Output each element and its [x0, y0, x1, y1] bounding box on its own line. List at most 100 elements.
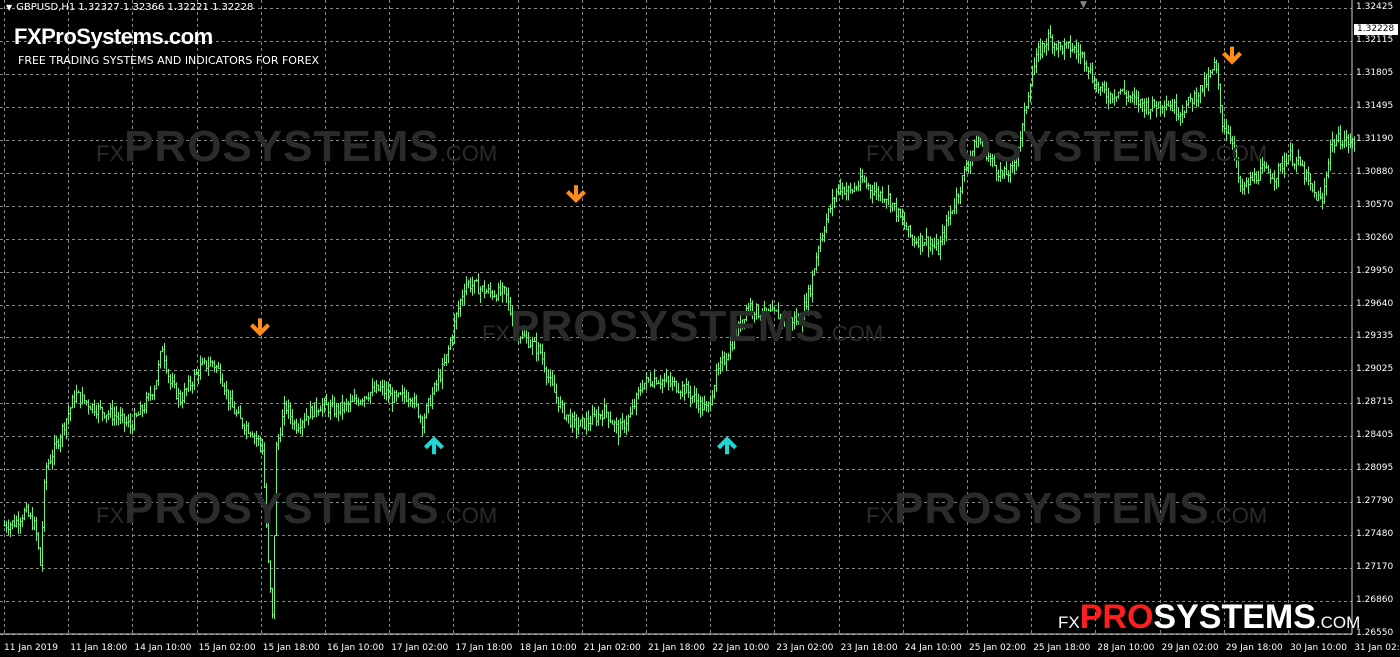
- price-bar: [87, 399, 90, 415]
- price-bar: [605, 404, 608, 419]
- price-bar: [433, 382, 436, 395]
- price-bar: [1245, 177, 1248, 188]
- price-bar: [569, 408, 572, 428]
- price-bar: [819, 232, 822, 252]
- price-bar: [1083, 51, 1086, 72]
- price-bar: [207, 356, 210, 376]
- price-bar: [1211, 69, 1214, 74]
- price-bar: [727, 352, 730, 361]
- price-bar: [1103, 80, 1106, 94]
- price-bar: [849, 182, 852, 194]
- price-bar: [637, 387, 640, 400]
- price-bar: [181, 391, 184, 409]
- price-bar: [713, 384, 716, 399]
- price-bar: [1333, 138, 1336, 153]
- time-axis-label: 15 Jan 02:00: [198, 643, 256, 653]
- time-axis-label: 25 Jan 02:00: [969, 643, 1026, 653]
- price-bar: [111, 400, 114, 426]
- price-bar: [559, 396, 562, 409]
- price-bar: [1307, 166, 1310, 186]
- price-axis-label: 1.32115: [1356, 34, 1394, 45]
- caret-down-icon[interactable]: ▼: [6, 3, 12, 12]
- price-axis-label: 1.29335: [1356, 331, 1394, 342]
- price-bar: [235, 409, 238, 417]
- price-bar: [415, 394, 418, 407]
- price-bar: [1133, 87, 1136, 105]
- price-bar: [223, 382, 226, 396]
- price-bar: [141, 404, 144, 417]
- price-bar: [841, 182, 844, 200]
- logo-pro: PRO: [1079, 598, 1154, 636]
- price-bar: [613, 420, 616, 433]
- price-bar: [1125, 90, 1128, 106]
- time-axis-label: 23 Jan 18:00: [840, 643, 898, 653]
- price-bar: [1299, 156, 1302, 167]
- price-axis-label: 1.31190: [1356, 133, 1394, 144]
- price-bar: [1115, 96, 1118, 102]
- price-bar: [271, 587, 274, 619]
- price-bar: [287, 399, 290, 419]
- price-bar: [107, 410, 110, 421]
- price-bar: [1041, 40, 1044, 59]
- price-bar: [95, 404, 98, 419]
- price-bar: [363, 396, 366, 408]
- price-bar: [429, 394, 432, 407]
- price-bar: [1187, 96, 1190, 107]
- price-bar: [929, 236, 932, 252]
- price-bar: [5, 521, 8, 533]
- price-bar: [1043, 43, 1046, 53]
- price-bar: [853, 182, 856, 193]
- price-bar: [873, 182, 876, 196]
- time-axis-label: 23 Jan 02:00: [776, 643, 834, 653]
- price-bar: [861, 169, 864, 183]
- price-bar: [53, 434, 56, 466]
- price-bar: [161, 346, 164, 353]
- price-bar: [725, 353, 728, 371]
- price-bar: [1207, 67, 1210, 92]
- price-bar: [629, 406, 632, 418]
- price-bar: [487, 284, 490, 294]
- price-axis-label: 1.30880: [1356, 166, 1394, 177]
- price-bar: [641, 379, 644, 393]
- price-bar: [589, 415, 592, 431]
- price-bar: [315, 397, 318, 418]
- price-bar: [321, 398, 324, 417]
- price-bar: [281, 409, 284, 436]
- price-bar: [1205, 73, 1208, 88]
- price-bar: [365, 396, 368, 400]
- price-axis-label: 1.27480: [1356, 529, 1394, 540]
- price-bar: [639, 382, 642, 396]
- price-bar: [1121, 88, 1124, 92]
- price-bar: [1051, 34, 1054, 54]
- price-bar: [215, 364, 218, 373]
- price-bar: [1147, 97, 1150, 116]
- price-bar: [1061, 45, 1064, 55]
- price-bar: [867, 182, 870, 191]
- price-bar: [661, 378, 664, 393]
- chart-shift-marker-icon[interactable]: ▼: [1080, 0, 1087, 10]
- price-bar: [221, 373, 224, 387]
- price-bar: [337, 403, 340, 422]
- price-bar: [347, 400, 350, 413]
- price-bar: [903, 211, 906, 230]
- price-bar: [115, 406, 118, 426]
- price-bar: [1281, 155, 1284, 174]
- price-bar: [253, 432, 256, 445]
- watermark-main: PROSYSTEMS: [894, 122, 1210, 171]
- price-bar: [85, 400, 88, 406]
- price-bar: [1293, 163, 1296, 170]
- buy-arrow-icon: [424, 436, 444, 455]
- price-bar: [99, 400, 102, 410]
- price-bar: [881, 186, 884, 204]
- price-bar: [327, 401, 330, 418]
- watermark-suffix: .COM: [439, 141, 498, 166]
- price-bar: [1113, 89, 1116, 106]
- price-bar: [1141, 98, 1144, 113]
- price-bar: [1311, 183, 1314, 193]
- price-bar: [55, 435, 58, 449]
- chart-window[interactable]: FXPROSYSTEMS.COM FXPROSYSTEMS.COM FXPROS…: [0, 0, 1400, 657]
- price-bar: [397, 392, 400, 398]
- price-bar: [345, 398, 348, 412]
- price-bar: [157, 360, 160, 386]
- price-axis-label: 1.30260: [1356, 232, 1394, 243]
